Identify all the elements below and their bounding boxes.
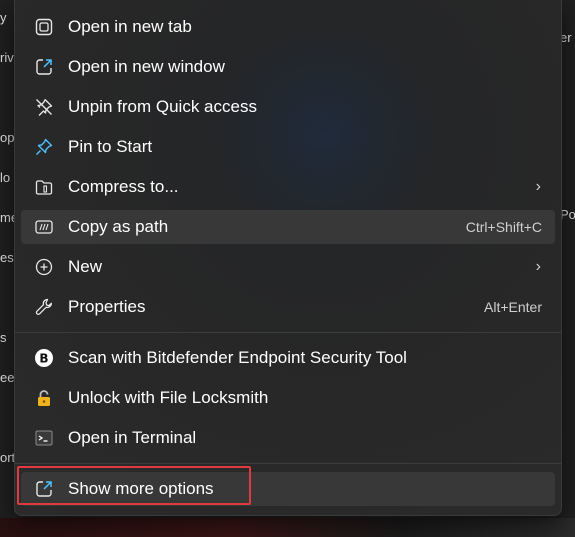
background-text-fragment: er — [560, 30, 572, 45]
menu-item-scan-bitdefender[interactable]: B Scan with Bitdefender Endpoint Securit… — [21, 341, 555, 375]
new-plus-icon — [33, 256, 55, 278]
background-text-fragment: es — [0, 250, 14, 265]
context-menu: Open in new tab Open in new window Unpin… — [14, 0, 562, 516]
background-text-fragment: lo — [0, 170, 11, 185]
menu-item-open-in-new-window[interactable]: Open in new window — [21, 50, 555, 84]
menu-item-open-in-terminal[interactable]: Open in Terminal — [21, 421, 555, 455]
background-text-fragment: Poi — [560, 207, 575, 222]
background-text-fragment: me — [0, 210, 14, 225]
menu-item-new[interactable]: New › — [21, 250, 555, 284]
open-new-window-icon — [33, 56, 55, 78]
menu-item-label: Open in new window — [68, 57, 225, 76]
menu-item-unpin-from-quick-access[interactable]: Unpin from Quick access — [21, 90, 555, 124]
unpin-icon — [33, 96, 55, 118]
background-text-fragment: s — [0, 330, 7, 345]
keyboard-shortcut: Ctrl+Shift+C — [465, 219, 542, 235]
menu-item-label: Unpin from Quick access — [68, 97, 257, 116]
menu-item-label: Properties — [68, 297, 146, 316]
menu-item-label: New — [68, 257, 103, 276]
menu-item-label: Open in new tab — [68, 17, 192, 36]
background-text-fragment: ort — [0, 450, 14, 465]
svg-text:B: B — [39, 352, 48, 366]
menu-item-label: Compress to... — [68, 177, 179, 196]
menu-item-label: Open in Terminal — [68, 428, 197, 447]
menu-item-pin-to-start[interactable]: Pin to Start — [21, 130, 555, 164]
annotation-highlight-box — [17, 466, 251, 505]
copy-path-icon — [33, 216, 55, 238]
menu-item-label: Pin to Start — [68, 137, 153, 156]
menu-item-open-in-new-tab[interactable]: Open in new tab — [21, 10, 555, 44]
chevron-right-icon: › — [535, 258, 541, 275]
open-new-tab-icon — [33, 16, 55, 38]
menu-item-compress-to[interactable]: Compress to... › — [21, 170, 555, 204]
chevron-right-icon: › — [535, 178, 541, 195]
keyboard-shortcut: Alt+Enter — [484, 299, 542, 315]
zip-folder-icon — [33, 176, 55, 198]
menu-item-copy-as-path[interactable]: Copy as path Ctrl+Shift+C — [21, 210, 555, 244]
background-text-fragment: riv — [0, 50, 14, 65]
desktop-wallpaper-strip — [0, 518, 575, 537]
lock-icon — [33, 387, 55, 409]
background-text-fragment: op — [0, 130, 14, 145]
explorer-content-pane — [560, 0, 575, 520]
menu-item-properties[interactable]: Properties Alt+Enter — [21, 290, 555, 324]
desktop-screenshot: y riv op lo me es s ee ort er Poi Open i… — [0, 0, 575, 537]
menu-item-label: Copy as path — [68, 217, 169, 236]
menu-item-label: Unlock with File Locksmith — [68, 388, 269, 407]
background-text-fragment: ee — [0, 370, 14, 385]
wrench-icon — [33, 296, 55, 318]
menu-separator — [15, 332, 561, 333]
bitdefender-icon: B — [33, 347, 55, 369]
menu-item-unlock-file-locksmith[interactable]: Unlock with File Locksmith — [21, 381, 555, 415]
pin-icon — [33, 136, 55, 158]
menu-item-label: Scan with Bitdefender Endpoint Security … — [68, 348, 407, 367]
menu-separator — [15, 463, 561, 464]
terminal-icon — [33, 427, 55, 449]
background-text-fragment: y — [0, 10, 7, 25]
